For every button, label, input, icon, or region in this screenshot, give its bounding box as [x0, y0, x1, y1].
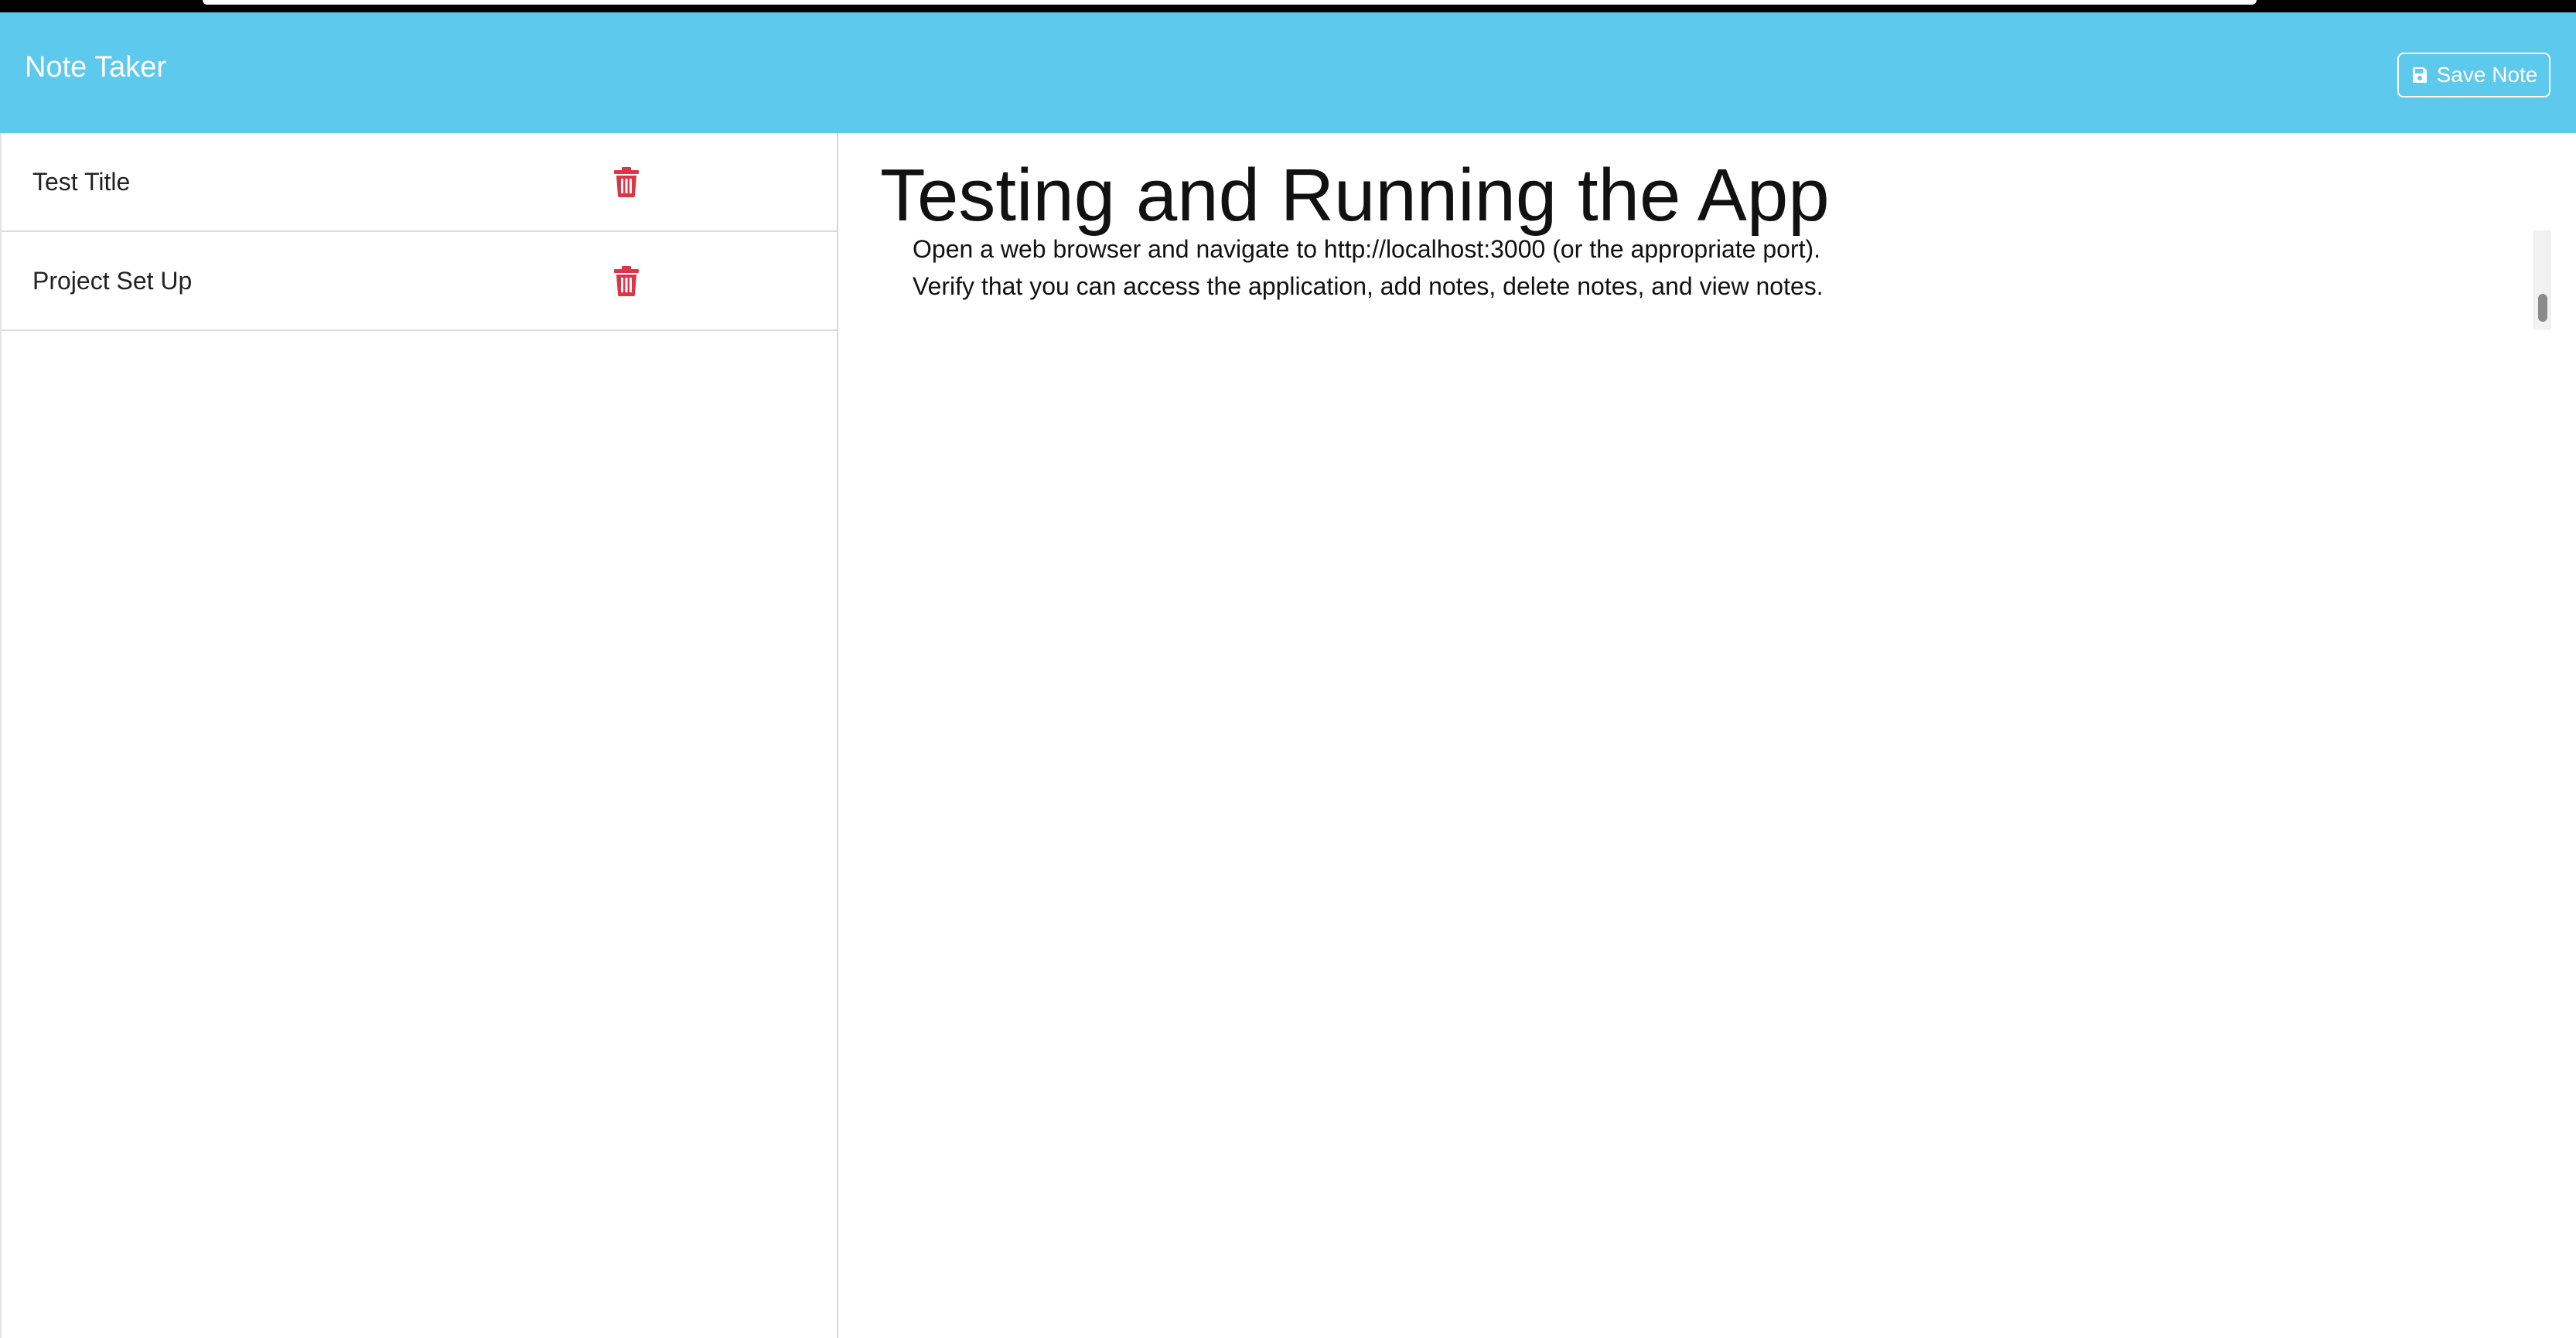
notes-sidebar: Test Title Project Set Up — [0, 133, 838, 1338]
note-text-area[interactable]: Open a web browser and navigate to http:… — [913, 230, 2552, 323]
save-note-button[interactable]: Save Note — [2397, 53, 2550, 97]
scrollbar-thumb[interactable] — [2538, 294, 2547, 322]
trash-icon[interactable] — [612, 265, 640, 296]
note-list-item-title[interactable]: Test Title — [32, 168, 130, 196]
note-list-item[interactable]: Test Title — [2, 133, 837, 232]
app-title[interactable]: Note Taker — [25, 53, 166, 82]
floppy-disk-icon — [2411, 66, 2429, 84]
browser-top-bar — [0, 0, 2576, 12]
trash-icon[interactable] — [612, 166, 640, 197]
notes-list: Test Title Project Set Up — [2, 133, 837, 331]
note-list-item-title[interactable]: Project Set Up — [32, 267, 192, 295]
app-header: Note Taker Save Note — [0, 12, 2576, 133]
save-note-label: Save Note — [2436, 63, 2538, 87]
note-text-scrollbar[interactable] — [2533, 230, 2550, 329]
browser-top-edge — [203, 0, 2257, 5]
note-title-input[interactable]: Testing and Running the App — [880, 155, 1830, 237]
note-editor: Testing and Running the App Open a web b… — [840, 133, 2576, 1338]
note-list-item[interactable]: Project Set Up — [2, 232, 837, 331]
